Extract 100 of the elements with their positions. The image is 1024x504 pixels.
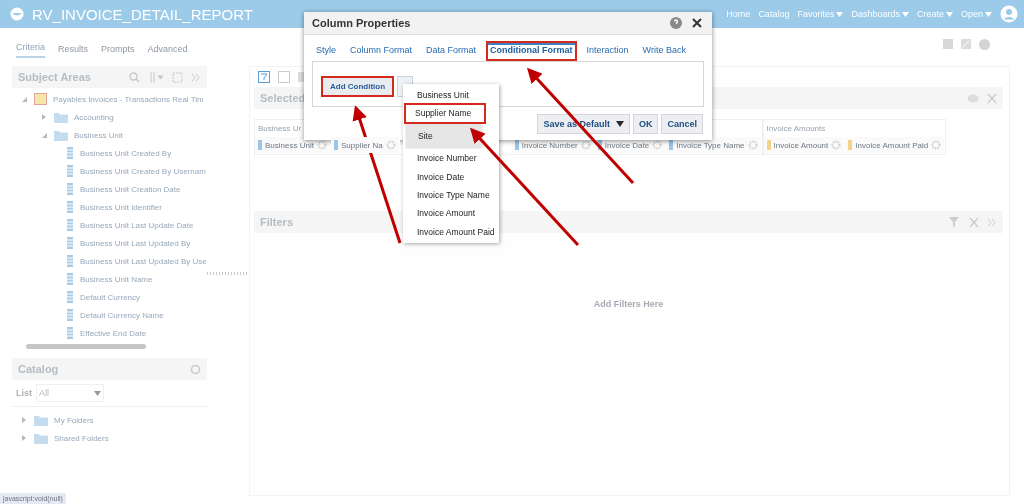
report-title: RV_INVOICE_DETAIL_REPORT [32,5,253,23]
column-chip[interactable]: Invoice Amount [763,137,846,153]
folder-item[interactable]: Shared Folders [54,433,109,443]
gear-icon[interactable] [747,140,758,150]
dialog-tab[interactable]: Style [312,41,340,61]
tab[interactable]: Prompts [101,44,135,58]
dialog-tab[interactable]: Interaction [582,41,633,61]
clear-icon[interactable] [969,216,979,228]
expand-caret-icon[interactable] [40,131,48,139]
tree-item[interactable]: Business Unit Last Update Date [80,220,194,230]
column-icon [766,140,771,150]
clear-icon[interactable] [987,92,997,104]
column-icon [66,255,74,267]
nav-link[interactable]: Favorites [797,9,844,19]
dropdown-caret-icon[interactable] [836,11,844,17]
tree-item[interactable]: Effective End Date [80,328,147,338]
tree-item[interactable]: Business Unit [74,130,123,140]
list-dropdown[interactable]: All [36,384,104,402]
column-icon [66,219,74,231]
tree-item[interactable]: Business Unit Name [80,274,153,284]
tree-item[interactable]: Business Unit Last Updated By [80,238,191,248]
tab[interactable]: Advanced [147,44,188,58]
close-icon[interactable] [692,18,702,28]
tree-item[interactable]: Business Unit Creation Date [80,184,181,194]
user-avatar-icon[interactable] [1000,5,1018,23]
column-icon [597,140,602,150]
column-icon [66,273,74,285]
column-icon [66,183,74,195]
dropdown-caret-icon[interactable] [901,11,909,17]
gear-icon[interactable] [385,140,396,150]
menu-item[interactable]: Invoice Amount [405,204,497,223]
dialog-tab[interactable]: Write Back [638,41,690,61]
column-icon [66,309,74,321]
column-chip[interactable]: Supplier Na [330,137,400,153]
gear-icon[interactable] [316,140,327,150]
expand-caret-icon[interactable] [20,434,28,442]
dialog-tab[interactable]: Conditional Format [486,41,577,61]
panel-title: Selected [260,92,306,104]
dialog-button[interactable]: Cancel [661,114,703,134]
column-icon [514,140,519,150]
nav-link[interactable]: Dashboards [851,9,909,19]
column-icon [66,165,74,177]
folder-icon [34,414,48,426]
menu-item[interactable]: Supplier Name [405,104,485,123]
tree-item[interactable]: Default Currency [80,292,141,302]
folder-item[interactable]: My Folders [54,415,94,425]
add-condition-button[interactable]: Add Condition [321,76,395,97]
tree-item[interactable]: Accounting [74,112,114,122]
dropdown-caret-icon[interactable] [94,390,101,396]
tree-item[interactable]: Payables Invoices - Transactions Real Tim [53,94,204,104]
dropdown-caret-icon[interactable] [945,11,953,17]
column-icon [66,327,74,339]
tree-item[interactable]: Business Unit Last Updated By Use [80,256,207,266]
splitter-handle[interactable] [207,272,247,275]
expand-caret-icon[interactable] [20,95,28,103]
tree-item[interactable]: Business Unit Created By Usernam [80,166,206,176]
column-icon [66,201,74,213]
globe-icon [10,7,24,21]
dropdown-caret-icon[interactable] [985,11,992,17]
dialog-title: Column Properties [312,17,411,29]
dropdown-value: All [39,388,50,398]
nav-link[interactable]: Open [960,9,992,19]
dialog-button[interactable]: Save as Default [537,114,630,134]
panel-title: Filters [260,216,293,228]
tree-item[interactable]: Business Unit Created By [80,148,172,158]
tab[interactable]: Criteria [16,42,45,58]
column-icon [66,291,74,303]
dialog-button[interactable]: OK [633,114,659,134]
nav-link[interactable]: Catalog [758,9,790,19]
tab[interactable]: Results [58,44,89,58]
column-icon [669,140,674,150]
column-icon [848,140,853,150]
menu-item[interactable]: Business Unit [405,86,497,105]
menu-item[interactable]: Invoice Number [405,149,497,168]
menu-item[interactable]: Invoice Type Name [405,185,497,205]
double-chevron-icon[interactable] [987,217,997,227]
filters-placeholder: Add Filters Here [593,299,664,309]
column-icon [258,140,262,150]
dialog-tab[interactable]: Column Format [346,41,417,61]
double-chevron-icon[interactable] [191,72,201,82]
column-chip[interactable]: Business Unit [255,137,331,153]
gear-icon[interactable] [580,140,591,150]
sort-icon[interactable] [148,71,164,83]
column-icon [66,147,74,159]
tree-item[interactable]: Default Currency Name [80,310,164,320]
nav-link[interactable]: Create [916,9,953,19]
tree-item[interactable]: Business Unit Identifier [80,202,162,212]
search-icon[interactable] [129,71,140,83]
dialog-tab[interactable]: Data Format [422,41,481,61]
expand-caret-icon[interactable] [40,113,48,121]
expand-caret-icon[interactable] [20,416,28,424]
menu-item[interactable]: Invoice Date [405,167,497,186]
group-title: Invoice Amounts [765,123,827,135]
nav-link[interactable]: Home [726,9,751,19]
gear-icon[interactable] [931,140,942,150]
folder-icon [34,432,48,444]
cube-icon [34,93,47,105]
column-chip[interactable]: Invoice Amount Paid [845,137,946,153]
gear-icon[interactable] [831,140,842,150]
gear-icon[interactable] [652,140,663,150]
